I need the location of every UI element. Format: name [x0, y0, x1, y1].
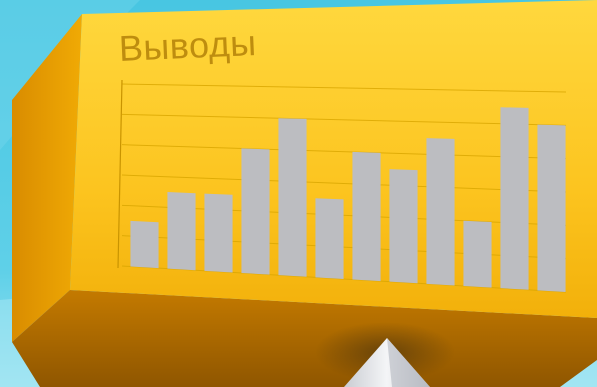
bar-9: [426, 138, 455, 286]
bar-1: [130, 220, 159, 269]
bar-7: [352, 151, 381, 282]
page-title: Выводы: [118, 21, 258, 69]
bar-5: [278, 118, 307, 277]
presentation-illustration: [0, 0, 597, 387]
bar-8: [389, 169, 418, 284]
bar-10: [463, 220, 492, 288]
bar-4: [241, 148, 270, 275]
bar-11: [500, 107, 529, 290]
bar-3: [204, 193, 233, 273]
bar-12: [537, 124, 566, 292]
bar-6: [315, 198, 344, 279]
bar-2: [167, 192, 196, 271]
